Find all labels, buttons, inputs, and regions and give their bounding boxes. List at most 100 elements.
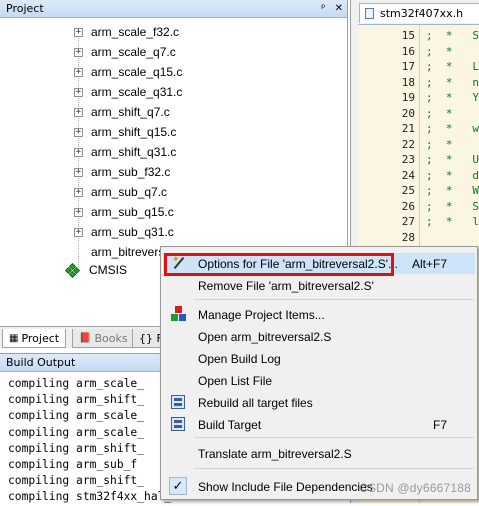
menu-item-label: Options for File 'arm_bitreversal2.S'...: [198, 256, 398, 271]
line-number: 25: [401, 184, 415, 197]
expand-icon[interactable]: +: [74, 147, 83, 157]
menu-item-shortcut: F7: [432, 417, 447, 432]
tree-item-label: arm_shift_q15.c: [91, 125, 177, 139]
menu-item[interactable]: Open List File: [163, 370, 475, 391]
build-output-title-text: Build Output: [6, 356, 76, 369]
code-line: ; * li: [426, 215, 479, 228]
menu-separator: [194, 468, 474, 469]
context-menu: Options for File 'arm_bitreversal2.S'...…: [160, 246, 478, 500]
tab-project[interactable]: ▦ Project: [2, 329, 67, 348]
menu-item[interactable]: Build Target F7: [163, 414, 475, 435]
menu-icon-slot: [167, 348, 189, 369]
build-icon: [167, 414, 189, 435]
line-number: 16: [401, 44, 415, 58]
expand-icon[interactable]: +: [74, 27, 83, 37]
menu-item[interactable]: Options for File 'arm_bitreversal2.S'...…: [163, 253, 475, 274]
line-number: 24: [401, 168, 415, 182]
expand-icon[interactable]: +: [74, 87, 83, 97]
code-line: ; *: [426, 137, 453, 151]
code-line: ; * ww: [426, 122, 479, 135]
code-line: ; *: [426, 44, 453, 58]
menu-item-label: Open List File: [198, 373, 273, 388]
code-line: ; * SP: [426, 29, 479, 42]
pin-icon[interactable]: ᵖ: [321, 3, 325, 14]
line-number: 21: [401, 122, 415, 135]
tree-item-file[interactable]: + arm_shift_q31.c: [74, 142, 176, 162]
expand-icon[interactable]: +: [74, 227, 83, 237]
menu-item[interactable]: Open Build Log: [163, 348, 475, 369]
line-number: 20: [401, 106, 415, 120]
menu-item-label: Translate arm_bitreversal2.S: [198, 446, 352, 461]
tab-books-label: Books: [94, 331, 128, 345]
menu-item-label: Open arm_bitreversal2.S: [198, 329, 332, 344]
check-icon: ✓: [167, 476, 189, 497]
tree-item-file[interactable]: + arm_scale_q15.c: [74, 62, 182, 82]
close-icon[interactable]: ✕: [335, 3, 343, 14]
expand-icon[interactable]: +: [74, 127, 83, 137]
menu-item-shortcut: Alt+F7: [411, 256, 447, 271]
project-pane-title: Project ᵖ ✕: [0, 0, 347, 18]
tab-project-label: Project: [21, 331, 60, 345]
menu-separator: [194, 437, 474, 438]
expand-icon[interactable]: +: [74, 167, 83, 177]
menu-item-label: Rebuild all target files: [198, 395, 313, 410]
menu-item-label: Manage Project Items...: [198, 307, 325, 322]
menu-item[interactable]: Manage Project Items...: [163, 304, 475, 325]
tree-item-label: arm_scale_f32.c: [91, 25, 180, 39]
expand-icon[interactable]: +: [74, 187, 83, 197]
tree-item-file[interactable]: + arm_scale_q7.c: [74, 42, 176, 62]
tree-item-file[interactable]: + arm_scale_q31.c: [74, 82, 182, 102]
tree-item-label: arm_scale_q15.c: [91, 65, 183, 79]
line-number: 17: [401, 60, 415, 73]
tab-books[interactable]: 📕 Books: [72, 329, 135, 348]
tree-item-file[interactable]: + arm_sub_q15.c: [74, 202, 174, 222]
menu-item-label: Open Build Log: [198, 351, 281, 366]
line-number: 27: [401, 215, 415, 228]
code-line: ; * Li: [426, 60, 479, 73]
cmsis-diamond-icon: [64, 262, 81, 278]
expand-icon[interactable]: +: [74, 47, 83, 57]
line-number: 22: [401, 137, 415, 151]
menu-item[interactable]: Translate arm_bitreversal2.S: [163, 443, 475, 464]
line-number: 26: [401, 199, 415, 213]
tree-group-cmsis[interactable]: CMSIS: [64, 262, 128, 278]
code-line: ; * Se: [426, 199, 479, 213]
editor-tab[interactable]: stm32f407xx.h: [359, 3, 479, 23]
blocks-icon: [167, 304, 189, 325]
line-number: 18: [401, 75, 415, 89]
wand-icon: [167, 253, 189, 274]
tree-item-label: arm_sub_q15.c: [91, 205, 174, 219]
expand-icon[interactable]: +: [74, 67, 83, 77]
expand-icon[interactable]: +: [74, 207, 83, 217]
file-icon: [365, 8, 374, 19]
tree-item-file[interactable]: + arm_shift_q15.c: [74, 122, 176, 142]
tree-item-file[interactable]: + arm_scale_f32.c: [74, 22, 179, 42]
tree-item-file[interactable]: + arm_sub_q7.c: [74, 182, 167, 202]
menu-icon-slot: [167, 443, 189, 464]
tree-item-file[interactable]: + arm_sub_f32.c: [74, 162, 170, 182]
watermark: CSDN @dy6667188: [359, 481, 471, 495]
code-line: ; * WA: [426, 184, 479, 197]
tree-item-file[interactable]: + arm_shift_q7.c: [74, 102, 170, 122]
tree-item-label: arm_shift_q31.c: [91, 145, 177, 159]
cmsis-label: CMSIS: [89, 263, 128, 277]
code-line: ; * di: [426, 168, 479, 182]
tree-item-label: arm_sub_q31.c: [91, 225, 174, 239]
code-line: ; * Yo: [426, 91, 479, 104]
expand-icon[interactable]: +: [74, 107, 83, 117]
code-line: ; * Un: [426, 153, 479, 166]
menu-item[interactable]: Rebuild all target files: [163, 392, 475, 413]
tree-item-file[interactable]: + arm_sub_q31.c: [74, 222, 174, 242]
tree-item-label: arm_sub_f32.c: [91, 165, 171, 179]
pane-buttons: ᵖ ✕: [315, 0, 343, 18]
code-line: ; * no: [426, 75, 479, 89]
project-pane-title-text: Project: [6, 2, 44, 15]
menu-item-label: Show Include File Dependencies: [198, 479, 373, 494]
menu-icon-slot: [167, 326, 189, 347]
menu-item[interactable]: Open arm_bitreversal2.S: [163, 326, 475, 347]
menu-separator: [194, 299, 474, 300]
menu-item[interactable]: Remove File 'arm_bitreversal2.S': [163, 275, 475, 296]
line-number: 15: [401, 29, 415, 42]
books-icon: 📕: [79, 332, 92, 344]
menu-icon-slot: [167, 370, 189, 391]
